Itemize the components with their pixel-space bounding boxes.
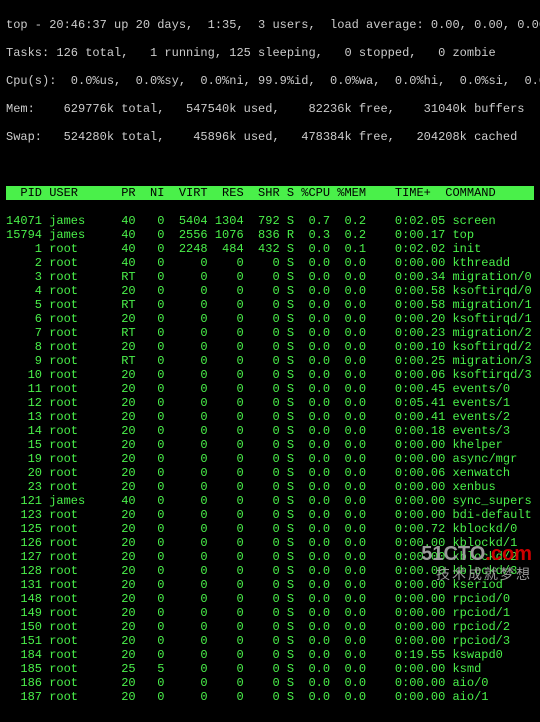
process-row[interactable]: 6 root 20 0 0 0 0 S 0.0 0.0 0:00.20 ksof… [6, 312, 534, 326]
summary-mem: Mem: 629776k total, 547540k used, 82236k… [6, 102, 534, 116]
process-row[interactable]: 12 root 20 0 0 0 0 S 0.0 0.0 0:05.41 eve… [6, 396, 534, 410]
process-row[interactable]: 4 root 20 0 0 0 0 S 0.0 0.0 0:00.58 ksof… [6, 284, 534, 298]
process-row[interactable]: 5 root RT 0 0 0 0 S 0.0 0.0 0:00.58 migr… [6, 298, 534, 312]
process-row[interactable]: 8 root 20 0 0 0 0 S 0.0 0.0 0:00.10 ksof… [6, 340, 534, 354]
process-row[interactable]: 121 james 40 0 0 0 0 S 0.0 0.0 0:00.00 s… [6, 494, 534, 508]
process-row[interactable]: 19 root 20 0 0 0 0 S 0.0 0.0 0:00.00 asy… [6, 452, 534, 466]
process-row[interactable]: 131 root 20 0 0 0 0 S 0.0 0.0 0:00.00 ks… [6, 578, 534, 592]
column-header[interactable]: PID USER PR NI VIRT RES SHR S %CPU %MEM … [6, 186, 534, 200]
process-row[interactable]: 148 root 20 0 0 0 0 S 0.0 0.0 0:00.00 rp… [6, 592, 534, 606]
process-row[interactable]: 14 root 20 0 0 0 0 S 0.0 0.0 0:00.18 eve… [6, 424, 534, 438]
process-row[interactable]: 184 root 20 0 0 0 0 S 0.0 0.0 0:19.55 ks… [6, 648, 534, 662]
process-row[interactable]: 185 root 25 5 0 0 0 S 0.0 0.0 0:00.00 ks… [6, 662, 534, 676]
process-row[interactable]: 128 root 20 0 0 0 0 S 0.0 0.0 0:00.00 kb… [6, 564, 534, 578]
process-row[interactable]: 11 root 20 0 0 0 0 S 0.0 0.0 0:00.45 eve… [6, 382, 534, 396]
process-row[interactable]: 125 root 20 0 0 0 0 S 0.0 0.0 0:00.72 kb… [6, 522, 534, 536]
process-row[interactable]: 7 root RT 0 0 0 0 S 0.0 0.0 0:00.23 migr… [6, 326, 534, 340]
process-row[interactable]: 9 root RT 0 0 0 0 S 0.0 0.0 0:00.25 migr… [6, 354, 534, 368]
process-row[interactable]: 14071 james 40 0 5404 1304 792 S 0.7 0.2… [6, 214, 534, 228]
blank-line [6, 158, 534, 172]
process-row[interactable]: 149 root 20 0 0 0 0 S 0.0 0.0 0:00.00 rp… [6, 606, 534, 620]
summary-tasks: Tasks: 126 total, 1 running, 125 sleepin… [6, 46, 534, 60]
process-row[interactable]: 23 root 20 0 0 0 0 S 0.0 0.0 0:00.00 xen… [6, 480, 534, 494]
summary-cpu: Cpu(s): 0.0%us, 0.0%sy, 0.0%ni, 99.9%id,… [6, 74, 534, 88]
process-row[interactable]: 15794 james 40 0 2556 1076 836 R 0.3 0.2… [6, 228, 534, 242]
summary-uptime: top - 20:46:37 up 20 days, 1:35, 3 users… [6, 18, 534, 32]
process-row[interactable]: 13 root 20 0 0 0 0 S 0.0 0.0 0:00.41 eve… [6, 410, 534, 424]
process-row[interactable]: 1 root 40 0 2248 484 432 S 0.0 0.1 0:02.… [6, 242, 534, 256]
process-row[interactable]: 126 root 20 0 0 0 0 S 0.0 0.0 0:00.00 kb… [6, 536, 534, 550]
process-row[interactable]: 15 root 20 0 0 0 0 S 0.0 0.0 0:00.00 khe… [6, 438, 534, 452]
process-row[interactable]: 186 root 20 0 0 0 0 S 0.0 0.0 0:00.00 ai… [6, 676, 534, 690]
terminal[interactable]: top - 20:46:37 up 20 days, 1:35, 3 users… [0, 0, 540, 722]
process-row[interactable]: 123 root 20 0 0 0 0 S 0.0 0.0 0:00.00 bd… [6, 508, 534, 522]
process-row[interactable]: 20 root 20 0 0 0 0 S 0.0 0.0 0:00.06 xen… [6, 466, 534, 480]
process-row[interactable]: 3 root RT 0 0 0 0 S 0.0 0.0 0:00.34 migr… [6, 270, 534, 284]
process-list[interactable]: 14071 james 40 0 5404 1304 792 S 0.7 0.2… [6, 214, 534, 704]
summary-swap: Swap: 524280k total, 45896k used, 478384… [6, 130, 534, 144]
process-row[interactable]: 187 root 20 0 0 0 0 S 0.0 0.0 0:00.00 ai… [6, 690, 534, 704]
process-row[interactable]: 2 root 40 0 0 0 0 S 0.0 0.0 0:00.00 kthr… [6, 256, 534, 270]
process-row[interactable]: 150 root 20 0 0 0 0 S 0.0 0.0 0:00.00 rp… [6, 620, 534, 634]
process-row[interactable]: 151 root 20 0 0 0 0 S 0.0 0.0 0:00.00 rp… [6, 634, 534, 648]
process-row[interactable]: 127 root 20 0 0 0 0 S 0.0 0.0 0:00.00 kb… [6, 550, 534, 564]
process-row[interactable]: 10 root 20 0 0 0 0 S 0.0 0.0 0:00.06 kso… [6, 368, 534, 382]
